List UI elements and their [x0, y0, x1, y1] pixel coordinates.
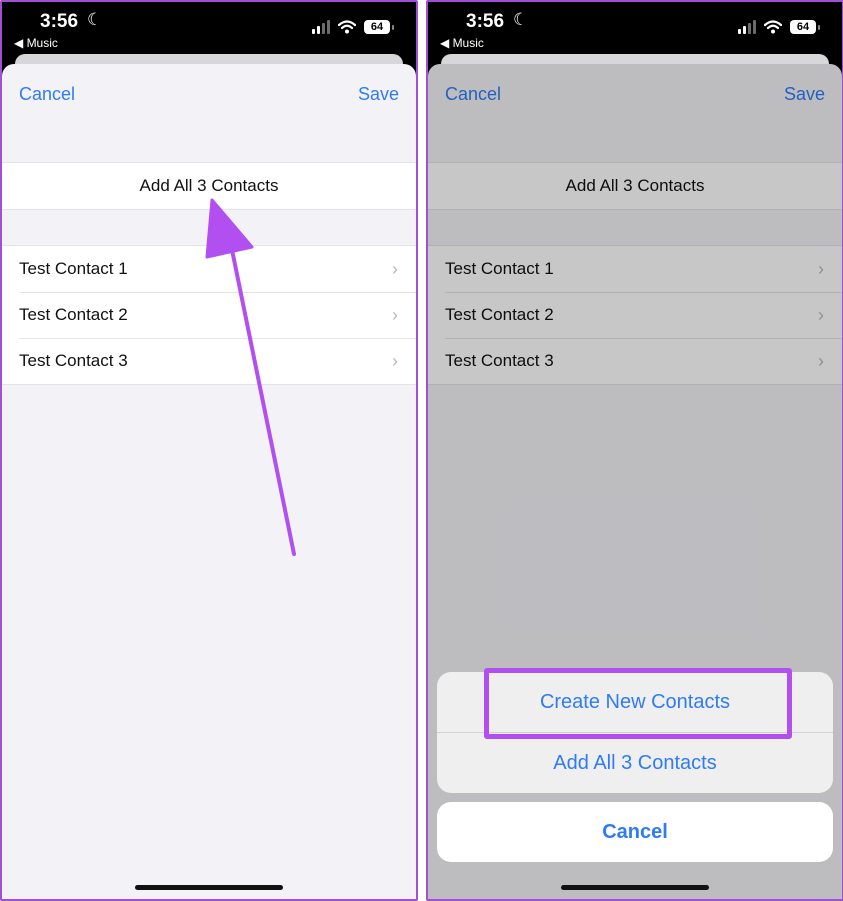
wifi-icon	[764, 20, 782, 34]
battery-icon: 64	[790, 20, 816, 34]
annotation-arrow	[205, 198, 296, 556]
home-indicator	[561, 885, 709, 890]
contacts-sheet: Cancel Save Add All 3 Contacts Test Cont…	[428, 64, 842, 899]
back-to-music-link[interactable]: ◀ Music	[440, 36, 484, 50]
status-time: 3:56	[466, 11, 505, 32]
cellular-signal-icon	[738, 20, 756, 34]
phone-screenshot-right: 3:56 ☾ ◀ Music 64 Cancel Save Add All 3 …	[426, 0, 843, 901]
moon-icon: ☾	[513, 10, 529, 29]
status-bar: 3:56 ☾ ◀ Music 64	[428, 2, 842, 52]
action-cancel-button[interactable]: Cancel	[437, 802, 833, 862]
battery-tip	[818, 24, 820, 30]
phone-screenshot-left: 3:56 ☾ ◀ Music 64 Cancel Save Add All 3 …	[0, 0, 418, 901]
action-add-all-contacts-button[interactable]: Add All 3 Contacts	[437, 732, 833, 793]
annotation-highlight-box	[484, 668, 792, 739]
